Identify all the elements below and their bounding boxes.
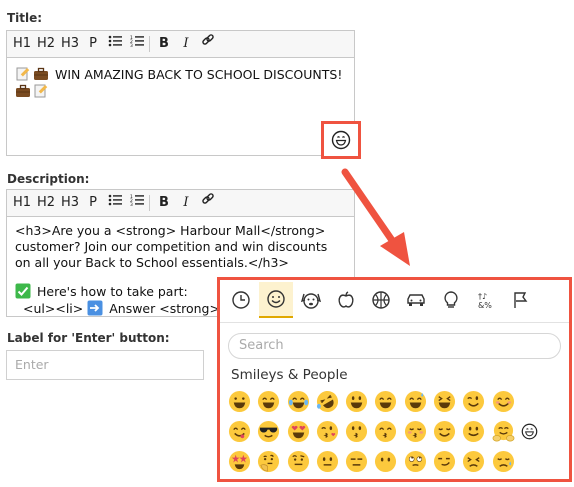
tears-of-joy-icon[interactable] — [287, 390, 310, 413]
emoji-row — [228, 446, 538, 476]
emoji-row — [228, 386, 538, 416]
kissing-smiling-eyes-icon[interactable] — [374, 420, 397, 443]
svg-text:&%: &% — [478, 301, 492, 310]
laughing-face-icon[interactable] — [433, 390, 456, 413]
smiley-face-icon[interactable] — [345, 390, 368, 413]
emoji-grid — [228, 386, 538, 476]
kissing-heart-icon[interactable] — [316, 420, 339, 443]
grinning-smiling-eyes-icon[interactable] — [257, 390, 280, 413]
sweat-smile-icon[interactable] — [404, 390, 427, 413]
no-mouth-icon[interactable] — [374, 450, 397, 473]
kissing-face-icon[interactable] — [345, 420, 368, 443]
food-category-icon[interactable] — [329, 282, 363, 318]
smirk-face-icon[interactable] — [433, 450, 456, 473]
emoji-row — [228, 416, 538, 446]
star-struck-icon[interactable] — [228, 450, 251, 473]
smile-face-icon[interactable] — [374, 390, 397, 413]
raised-eyebrow-icon[interactable] — [287, 450, 310, 473]
wink-face-icon[interactable] — [462, 390, 485, 413]
eye-roll-icon[interactable] — [404, 450, 427, 473]
section-title: Smileys & People — [231, 367, 348, 383]
travel-category-icon[interactable] — [399, 282, 433, 318]
smiley-outline-icon[interactable] — [521, 423, 538, 440]
expressionless-icon[interactable] — [345, 450, 368, 473]
svg-text:†♪: †♪ — [478, 292, 487, 301]
objects-category-icon[interactable] — [434, 282, 468, 318]
animals-category-icon[interactable] — [294, 282, 328, 318]
grinning-face-icon[interactable] — [228, 390, 251, 413]
slight-smile-icon[interactable] — [462, 420, 485, 443]
heart-eyes-icon[interactable] — [287, 420, 310, 443]
symbols-category-icon[interactable]: †♪ &% — [469, 282, 503, 318]
emoji-search-input[interactable]: Search — [228, 333, 561, 359]
rolling-laughing-icon[interactable] — [316, 390, 339, 413]
flags-category-icon[interactable] — [504, 282, 538, 318]
relaxed-face-icon[interactable] — [433, 420, 456, 443]
smileys-category-icon[interactable] — [259, 282, 293, 318]
sunglasses-face-icon[interactable] — [257, 420, 280, 443]
hugging-face-icon[interactable] — [492, 420, 515, 443]
category-tabs: †♪ &% — [220, 280, 569, 323]
kissing-closed-eyes-icon[interactable] — [404, 420, 427, 443]
activity-category-icon[interactable] — [364, 282, 398, 318]
disappointed-relieved-icon[interactable] — [492, 450, 515, 473]
neutral-face-icon[interactable] — [316, 450, 339, 473]
persevere-face-icon[interactable] — [462, 450, 485, 473]
yum-face-icon[interactable] — [228, 420, 251, 443]
blush-face-icon[interactable] — [492, 390, 515, 413]
thinking-face-icon[interactable] — [257, 450, 280, 473]
recent-category-icon[interactable] — [224, 282, 258, 318]
emoji-picker[interactable]: †♪ &% Search Smileys & People — [217, 277, 572, 482]
